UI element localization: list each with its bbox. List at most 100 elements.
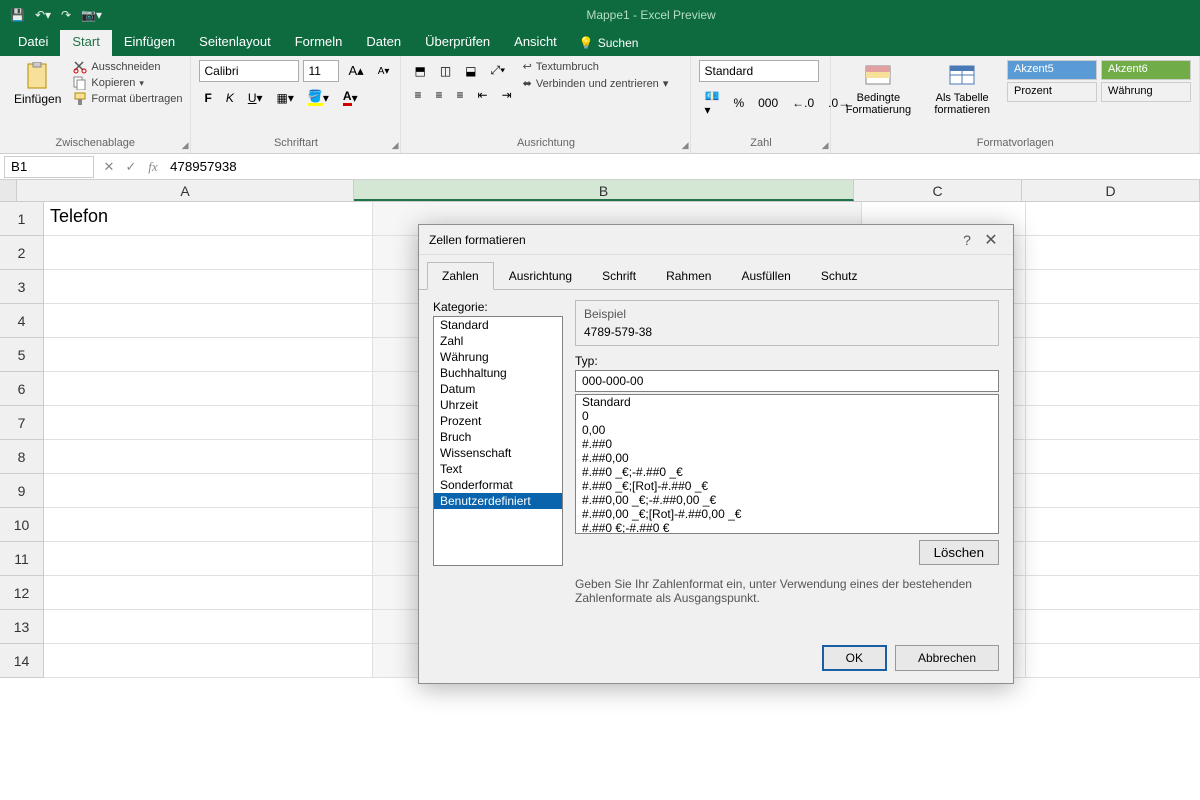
cell[interactable] xyxy=(1026,372,1200,406)
row-header[interactable]: 8 xyxy=(0,440,44,474)
column-header-D[interactable]: D xyxy=(1022,180,1200,201)
tab-file[interactable]: Datei xyxy=(6,30,60,56)
conditional-formatting-button[interactable]: Bedingte Formatierung xyxy=(839,60,917,137)
cell[interactable] xyxy=(44,236,373,270)
category-item[interactable]: Standard xyxy=(434,317,562,333)
border-button[interactable]: ▦▾ xyxy=(272,88,299,108)
merge-center-button[interactable]: ⬌ Verbinden und zentrieren ▾ xyxy=(523,77,669,90)
row-header[interactable]: 10 xyxy=(0,508,44,542)
formula-input[interactable] xyxy=(164,156,1200,178)
undo-icon[interactable]: ↶▾ xyxy=(35,8,51,22)
cell[interactable] xyxy=(44,610,373,644)
type-list-item[interactable]: Standard xyxy=(576,395,998,409)
row-header[interactable]: 14 xyxy=(0,644,44,678)
category-item[interactable]: Datum xyxy=(434,381,562,397)
align-center-button[interactable]: ≡ xyxy=(431,85,448,105)
cell-style-akzent5[interactable]: Akzent5 xyxy=(1007,60,1097,80)
cell[interactable] xyxy=(44,338,373,372)
cell[interactable] xyxy=(1026,202,1200,236)
tab-daten[interactable]: Daten xyxy=(354,30,413,56)
cell[interactable] xyxy=(44,270,373,304)
cell[interactable] xyxy=(1026,474,1200,508)
delete-button[interactable]: Löschen xyxy=(919,540,999,565)
cell[interactable] xyxy=(1026,576,1200,610)
category-item[interactable]: Wissenschaft xyxy=(434,445,562,461)
tab-ansicht[interactable]: Ansicht xyxy=(502,30,569,56)
type-list-item[interactable]: #.##0 _€;-#.##0 _€ xyxy=(576,465,998,479)
row-header[interactable]: 2 xyxy=(0,236,44,270)
cut-button[interactable]: Ausschneiden xyxy=(73,60,182,74)
format-as-table-button[interactable]: Als Tabelle formatieren xyxy=(923,60,1001,137)
number-format-combo[interactable] xyxy=(699,60,819,82)
align-right-button[interactable]: ≡ xyxy=(452,85,469,105)
category-item[interactable]: Text xyxy=(434,461,562,477)
help-icon[interactable]: ? xyxy=(955,232,979,248)
clipboard-launcher[interactable]: ◢ xyxy=(182,140,189,151)
grow-font-button[interactable]: A▴ xyxy=(343,60,368,82)
dialog-titlebar[interactable]: Zellen formatieren ? ✕ xyxy=(419,225,1013,255)
cell[interactable] xyxy=(44,542,373,576)
shrink-font-button[interactable]: A▾ xyxy=(373,63,395,80)
close-icon[interactable]: ✕ xyxy=(979,230,1003,250)
tab-seitenlayout[interactable]: Seitenlayout xyxy=(187,30,283,56)
category-item[interactable]: Benutzerdefiniert xyxy=(434,493,562,509)
type-list-item[interactable]: #.##0,00 xyxy=(576,451,998,465)
font-name-combo[interactable] xyxy=(199,60,299,82)
increase-decimal-button[interactable]: ←.0 xyxy=(787,93,819,113)
cell[interactable] xyxy=(1026,304,1200,338)
font-color-button[interactable]: A▾ xyxy=(338,86,363,109)
cell[interactable]: Telefon xyxy=(44,202,373,236)
cell[interactable] xyxy=(1026,440,1200,474)
cell[interactable] xyxy=(44,304,373,338)
cell[interactable] xyxy=(1026,338,1200,372)
camera-icon[interactable]: 📷▾ xyxy=(81,8,102,22)
cell-style-akzent6[interactable]: Akzent6 xyxy=(1101,60,1191,80)
comma-button[interactable]: 000 xyxy=(753,93,783,113)
type-list-item[interactable]: 0,00 xyxy=(576,423,998,437)
percent-button[interactable]: % xyxy=(728,93,749,113)
cell[interactable] xyxy=(1026,644,1200,678)
tab-einfuegen[interactable]: Einfügen xyxy=(112,30,187,56)
number-launcher[interactable]: ◢ xyxy=(822,140,829,151)
font-size-combo[interactable] xyxy=(303,60,339,82)
dialog-tab-ausrichtung[interactable]: Ausrichtung xyxy=(494,262,587,290)
currency-button[interactable]: 💶▾ xyxy=(699,86,724,120)
cell-style-waehrung[interactable]: Währung xyxy=(1101,82,1191,102)
wrap-text-button[interactable]: ↩ Textumbruch xyxy=(523,60,669,73)
tab-ueberpruefen[interactable]: Überprüfen xyxy=(413,30,502,56)
italic-button[interactable]: K xyxy=(221,88,239,108)
cell[interactable] xyxy=(44,372,373,406)
dialog-tab-rahmen[interactable]: Rahmen xyxy=(651,262,726,290)
paste-button[interactable]: Einfügen xyxy=(8,60,67,137)
save-icon[interactable]: 💾 xyxy=(10,8,25,22)
column-header-A[interactable]: A xyxy=(17,180,354,201)
category-item[interactable]: Zahl xyxy=(434,333,562,349)
dialog-tab-ausfüllen[interactable]: Ausfüllen xyxy=(726,262,805,290)
type-list-item[interactable]: #.##0 €;-#.##0 € xyxy=(576,521,998,534)
type-list-item[interactable]: 0 xyxy=(576,409,998,423)
tab-start[interactable]: Start xyxy=(60,30,111,56)
tell-me-search[interactable]: 💡 Suchen xyxy=(569,30,649,56)
type-list[interactable]: Standard00,00#.##0#.##0,00#.##0 _€;-#.##… xyxy=(575,394,999,534)
orientation-button[interactable]: ⤢▾ xyxy=(486,60,511,81)
redo-icon[interactable]: ↷ xyxy=(61,8,71,22)
alignment-launcher[interactable]: ◢ xyxy=(682,140,689,151)
category-item[interactable]: Währung xyxy=(434,349,562,365)
row-header[interactable]: 3 xyxy=(0,270,44,304)
category-item[interactable]: Uhrzeit xyxy=(434,397,562,413)
row-header[interactable]: 7 xyxy=(0,406,44,440)
underline-button[interactable]: U▾ xyxy=(243,88,268,108)
category-list[interactable]: StandardZahlWährungBuchhaltungDatumUhrze… xyxy=(433,316,563,566)
cell[interactable] xyxy=(44,576,373,610)
row-header[interactable]: 13 xyxy=(0,610,44,644)
category-item[interactable]: Sonderformat xyxy=(434,477,562,493)
type-list-item[interactable]: #.##0 _€;[Rot]-#.##0 _€ xyxy=(576,479,998,493)
copy-button[interactable]: Kopieren ▾ xyxy=(73,76,182,90)
tab-formeln[interactable]: Formeln xyxy=(283,30,355,56)
cell[interactable] xyxy=(1026,508,1200,542)
dialog-tab-schutz[interactable]: Schutz xyxy=(806,262,873,290)
cell[interactable] xyxy=(44,508,373,542)
font-launcher[interactable]: ◢ xyxy=(392,140,399,151)
row-header[interactable]: 5 xyxy=(0,338,44,372)
cancel-button[interactable]: Abbrechen xyxy=(895,645,999,671)
